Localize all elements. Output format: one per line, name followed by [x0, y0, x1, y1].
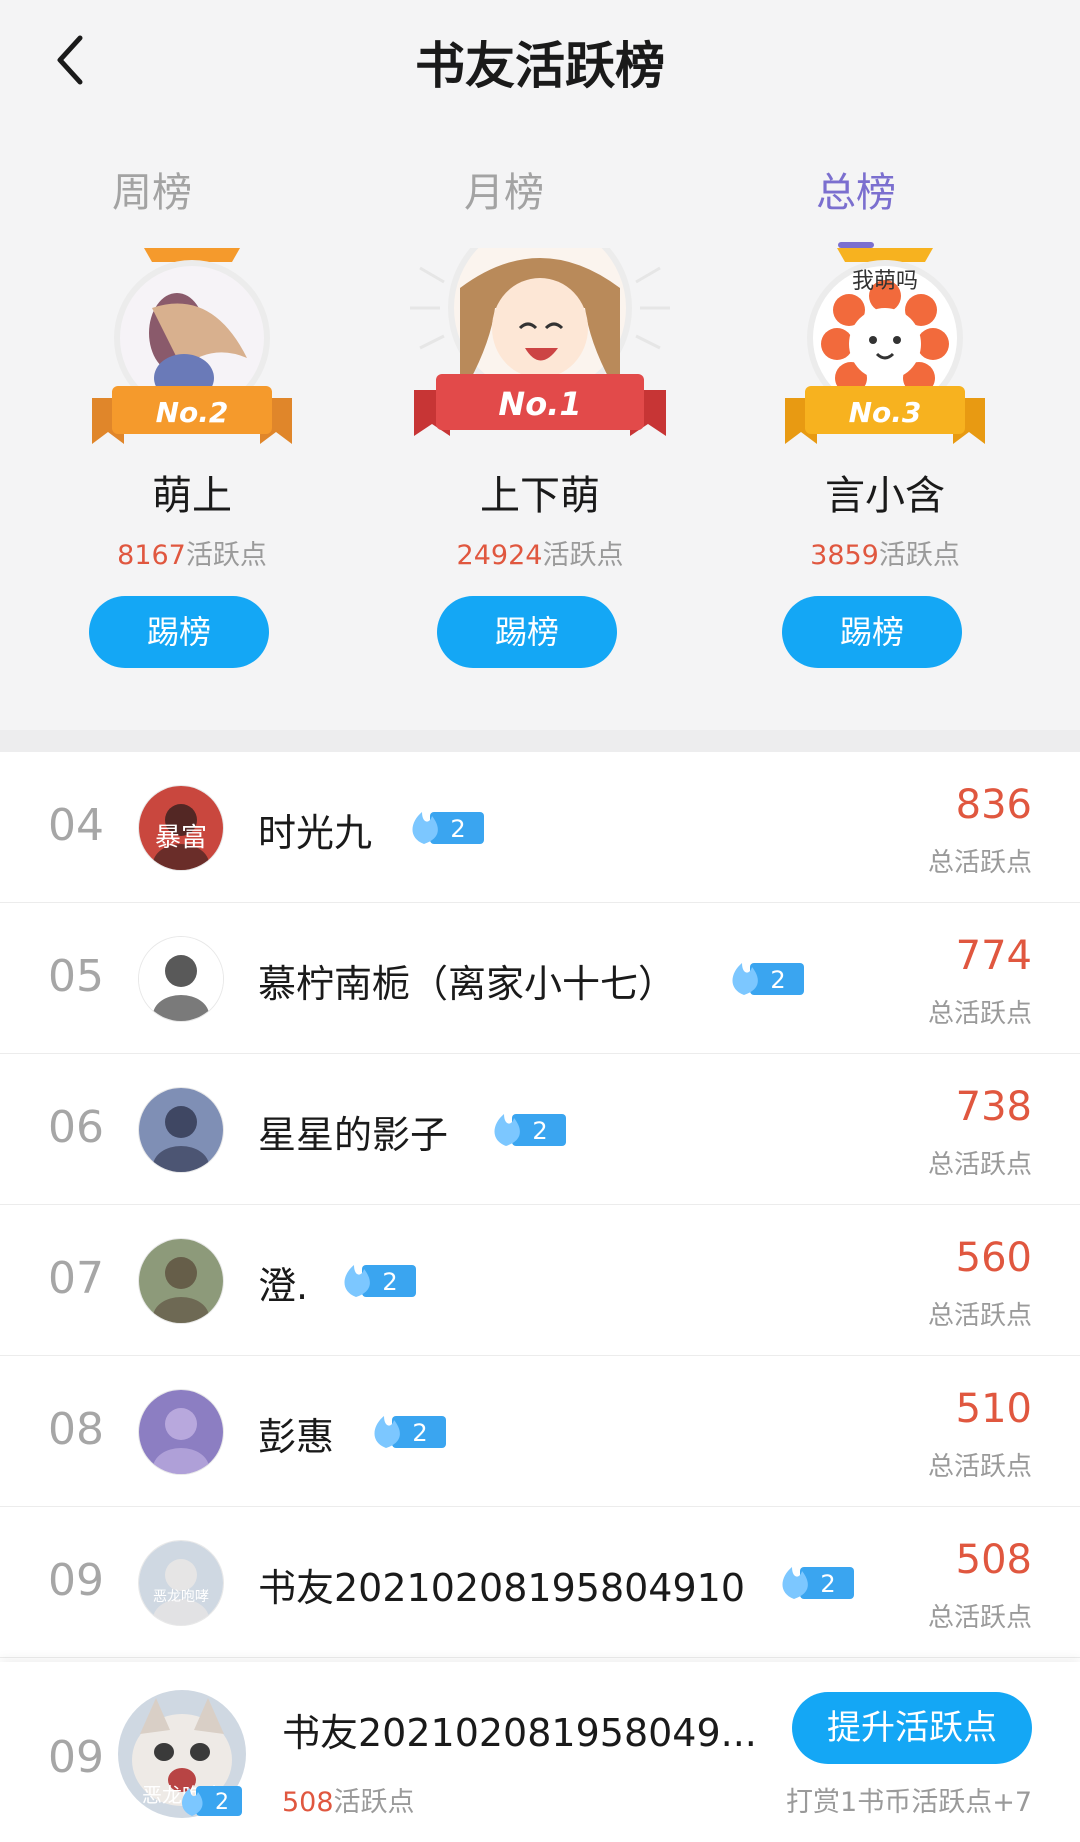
avatar-image — [139, 1239, 223, 1323]
row-username: 澄. — [258, 1264, 309, 1308]
row-score: 836 — [955, 782, 1032, 828]
podium-rank-2: No.2 萌上 8167活跃点 踢榜 — [62, 248, 322, 688]
row-rank: 09 — [48, 1555, 104, 1606]
level-badge: 2 — [782, 1567, 854, 1599]
my-rank: 09 — [48, 1732, 104, 1783]
row-rank: 04 — [48, 800, 104, 851]
svg-text:2: 2 — [382, 1268, 397, 1296]
my-level-badge: 2 — [182, 1786, 242, 1816]
row-rank: 07 — [48, 1253, 104, 1304]
table-row[interactable]: 07 澄. 2 560 总活跃点 — [0, 1205, 1080, 1356]
row-rank: 08 — [48, 1404, 104, 1455]
row-score-label: 总活跃点 — [927, 1301, 1032, 1331]
level-badge: 2 — [732, 963, 804, 995]
row-score: 510 — [955, 1386, 1032, 1432]
row-score-label: 总活跃点 — [927, 999, 1032, 1029]
level-badge: 2 — [374, 1416, 446, 1448]
badge-no3: No.3 — [849, 396, 922, 429]
page-title: 书友活跃榜 — [415, 37, 665, 95]
kick-button-2[interactable]: 踢榜 — [89, 596, 269, 668]
row-avatar[interactable] — [138, 936, 224, 1022]
row-avatar[interactable] — [138, 1087, 224, 1173]
svg-text:暴富: 暴富 — [155, 823, 207, 853]
svg-text:2: 2 — [450, 815, 465, 843]
podium-avatar-3: 我萌吗 No.3 — [785, 248, 985, 444]
podium-points: 24924活跃点 — [456, 540, 624, 571]
row-score-label: 总活跃点 — [927, 1452, 1032, 1482]
row-score-label: 总活跃点 — [927, 1150, 1032, 1180]
svg-text:2: 2 — [820, 1570, 835, 1598]
podium-avatar-1: No.1 — [410, 248, 670, 436]
table-row[interactable]: 06 星星的影子 2 738 总活跃点 — [0, 1054, 1080, 1205]
row-score: 560 — [955, 1235, 1032, 1281]
podium-name: 萌上 — [152, 473, 232, 519]
row-username: 星星的影子 — [258, 1113, 449, 1157]
podium-name: 言小含 — [825, 473, 945, 519]
svg-text:恶龙咆哮: 恶龙咆哮 — [153, 1589, 209, 1605]
podium-avatar-2: No.2 — [92, 248, 292, 444]
badge-no2: No.2 — [156, 396, 229, 429]
avatar-image — [139, 937, 223, 1021]
my-points: 508活跃点 — [282, 1787, 415, 1818]
table-row[interactable]: 09 恶龙咆哮 书友20210208195804910 2 508 总活跃点 — [0, 1507, 1080, 1658]
row-score-label: 总活跃点 — [927, 848, 1032, 878]
kick-button-3[interactable]: 踢榜 — [782, 596, 962, 668]
row-score: 774 — [955, 933, 1032, 979]
row-username: 慕柠南栀（离家小十七） — [258, 962, 677, 1006]
tab-weekly[interactable]: 周榜 — [72, 160, 232, 218]
reward-hint: 打赏1书币活跃点+7 — [786, 1787, 1032, 1818]
table-row[interactable]: 08 彭惠 2 510 总活跃点 — [0, 1356, 1080, 1507]
svg-text:2: 2 — [770, 966, 785, 994]
row-username: 时光九 — [258, 811, 373, 855]
podium-name: 上下萌 — [480, 473, 600, 519]
svg-text:2: 2 — [215, 1790, 229, 1815]
podium-rank-3: 我萌吗 No.3 言小含 3859活跃点 踢榜 — [755, 248, 1015, 688]
podium-points: 3859活跃点 — [810, 540, 960, 571]
row-avatar[interactable] — [138, 1238, 224, 1324]
avatar-image: 暴富 — [139, 786, 223, 870]
row-score: 738 — [955, 1084, 1032, 1130]
level-badge: 2 — [344, 1265, 416, 1297]
table-row[interactable]: 05 慕柠南栀（离家小十七） 2 774 总活跃点 — [0, 903, 1080, 1054]
row-username: 书友20210208195804910 — [258, 1566, 746, 1610]
boost-activity-button[interactable]: 提升活跃点 — [792, 1692, 1032, 1764]
tab-total[interactable]: 总榜 — [776, 160, 936, 218]
svg-text:2: 2 — [412, 1419, 427, 1447]
kick-button-1[interactable]: 踢榜 — [437, 596, 617, 668]
row-avatar[interactable]: 恶龙咆哮 — [138, 1540, 224, 1626]
row-avatar[interactable] — [138, 1389, 224, 1475]
avatar-image — [139, 1088, 223, 1172]
section-divider — [0, 730, 1080, 752]
row-score-label: 总活跃点 — [927, 1603, 1032, 1633]
table-row[interactable]: 04 暴富 时光九 2 836 总活跃点 — [0, 752, 1080, 903]
svg-text:2: 2 — [532, 1117, 547, 1145]
avatar-image — [139, 1390, 223, 1474]
row-rank: 06 — [48, 1102, 104, 1153]
my-name: 书友202102081958049... — [282, 1711, 757, 1755]
level-badge: 2 — [494, 1114, 566, 1146]
badge-no1: No.1 — [498, 385, 581, 423]
level-badge: 2 — [412, 812, 484, 844]
row-username: 彭惠 — [258, 1415, 335, 1459]
podium-rank-1: No.1 上下萌 24924活跃点 踢榜 — [410, 248, 670, 688]
podium-points: 8167活跃点 — [117, 540, 267, 571]
svg-text:我萌吗: 我萌吗 — [852, 269, 918, 294]
row-avatar[interactable]: 暴富 — [138, 785, 224, 871]
row-score: 508 — [955, 1537, 1032, 1583]
avatar-image: 恶龙咆哮 — [139, 1541, 223, 1625]
tab-monthly[interactable]: 月榜 — [424, 160, 584, 218]
row-rank: 05 — [48, 951, 104, 1002]
my-rank-bar: 09 恶龙咆哮 2 书友202102081958049... 508活跃点 提升… — [0, 1662, 1080, 1842]
